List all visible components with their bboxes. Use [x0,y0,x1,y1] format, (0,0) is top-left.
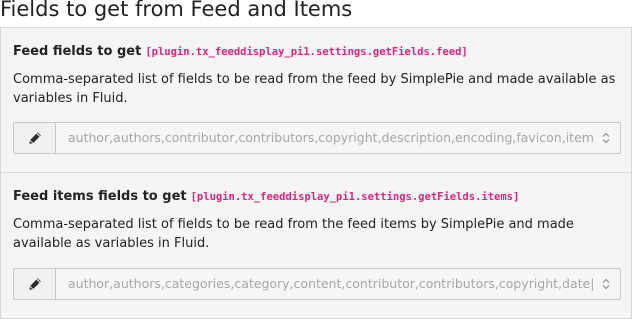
field-label-row: Feed items fields to get [plugin.tx_feedd… [13,189,519,204]
pencil-icon [28,278,41,290]
edit-toggle-button[interactable] [13,122,55,154]
feed-fields-value: author,authors,contributor,contributors,… [68,130,594,145]
feed-fields-select[interactable]: author,authors,contributor,contributors,… [55,122,621,154]
feed-items-fields-input-group: author,authors,categories,category,conte… [13,268,621,300]
field-panel-feed-fields: Feed fields to get [plugin.tx_feeddisplay… [0,27,632,173]
feed-items-fields-select[interactable]: author,authors,categories,category,conte… [55,268,621,300]
section-title: Fields to get from Feed and Items [0,0,353,21]
field-typoscript-path: [plugin.tx_feeddisplay_pi1.settings.getF… [145,46,468,58]
field-panel-feed-items-fields: Feed items fields to get [plugin.tx_feedd… [0,173,632,319]
field-label: Feed fields to get [13,44,142,59]
feed-items-fields-value: author,authors,categories,category,conte… [68,276,594,291]
pencil-icon [28,132,41,144]
feed-fields-input-group: author,authors,contributor,contributors,… [13,122,621,154]
field-typoscript-path: [plugin.tx_feeddisplay_pi1.settings.getF… [190,191,520,203]
up-down-chevron-icon [602,132,610,144]
field-label: Feed items fields to get [13,189,187,204]
field-description: Comma-separated list of fields to be rea… [13,72,616,106]
edit-toggle-button[interactable] [13,268,55,300]
field-description: Comma-separated list of fields to be rea… [13,217,574,251]
field-label-row: Feed fields to get [plugin.tx_feeddisplay… [13,44,468,59]
up-down-chevron-icon [602,278,610,290]
